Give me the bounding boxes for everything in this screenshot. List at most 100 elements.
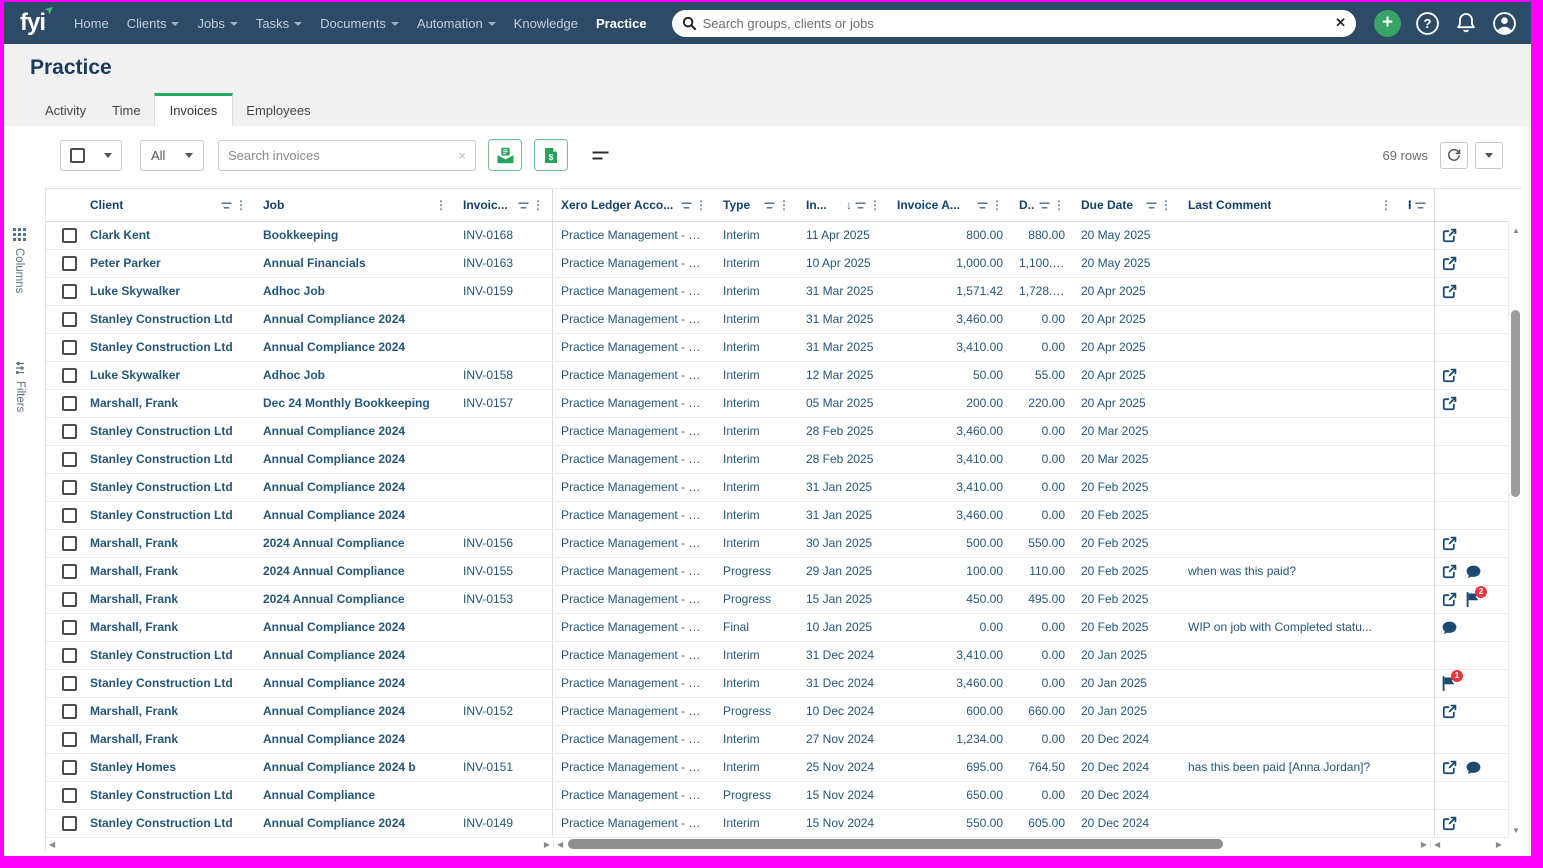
- global-search[interactable]: ✕: [672, 10, 1356, 37]
- row-checkbox[interactable]: [62, 284, 77, 299]
- row-checkbox[interactable]: [62, 592, 77, 607]
- email-invoices-button[interactable]: [488, 139, 522, 171]
- row-checkbox[interactable]: [62, 760, 77, 775]
- row-checkbox[interactable]: [62, 816, 77, 831]
- filter-icon[interactable]: [1039, 201, 1050, 210]
- vertical-scrollbar[interactable]: ▲ ▼: [1508, 222, 1522, 837]
- table-row[interactable]: Luke SkywalkerAdhoc JobINV-0159Practice …: [46, 278, 1509, 306]
- pinned-right-scroll[interactable]: ◀ ▶: [1430, 840, 1505, 849]
- nav-item-knowledge[interactable]: Knowledge: [505, 10, 587, 37]
- row-checkbox[interactable]: [62, 424, 77, 439]
- fyi-logo[interactable]: fyi ➤: [20, 9, 45, 37]
- table-row[interactable]: Stanley Construction LtdAnnual Complianc…: [46, 670, 1509, 698]
- create-invoice-button[interactable]: $: [534, 139, 568, 171]
- column-header-invoice_no[interactable]: Invoic...⋮: [455, 189, 553, 221]
- column-header-paid[interactable]: P...: [1400, 189, 1434, 221]
- tab-invoices[interactable]: Invoices: [154, 93, 234, 127]
- nav-item-tasks[interactable]: Tasks: [247, 10, 311, 37]
- table-row[interactable]: Stanley Construction LtdAnnual Complianc…: [46, 502, 1509, 530]
- tab-employees[interactable]: Employees: [233, 95, 323, 126]
- invoice-search-input[interactable]: [228, 148, 458, 163]
- columns-panel-toggle[interactable]: Columns: [13, 228, 26, 293]
- column-menu-icon[interactable]: ⋮: [235, 198, 247, 212]
- vertical-scrollbar-thumb[interactable]: [1511, 310, 1520, 497]
- nav-item-jobs[interactable]: Jobs: [188, 10, 246, 37]
- row-checkbox[interactable]: [62, 368, 77, 383]
- table-row[interactable]: Marshall, Frank2024 Annual ComplianceINV…: [46, 558, 1509, 586]
- filter-icon[interactable]: [977, 201, 988, 210]
- row-checkbox[interactable]: [62, 312, 77, 327]
- column-header-job[interactable]: Job⋮: [255, 189, 455, 221]
- row-checkbox[interactable]: [62, 676, 77, 691]
- column-menu-icon[interactable]: ⋮: [869, 198, 881, 212]
- open-invoice-icon[interactable]: [1442, 816, 1457, 831]
- scroll-left-icon[interactable]: ◀: [49, 840, 55, 849]
- table-row[interactable]: Stanley Construction LtdAnnual Complianc…: [46, 334, 1509, 362]
- table-row[interactable]: Marshall, Frank2024 Annual ComplianceINV…: [46, 530, 1509, 558]
- nav-item-documents[interactable]: Documents: [311, 10, 408, 37]
- filter-icon[interactable]: [764, 201, 775, 210]
- scroll-down-icon[interactable]: ▼: [1509, 826, 1523, 835]
- row-checkbox[interactable]: [62, 704, 77, 719]
- table-row[interactable]: Stanley Construction LtdAnnual Complianc…: [46, 474, 1509, 502]
- comment-icon[interactable]: [1442, 621, 1457, 635]
- column-header-due_amount[interactable]: D..⋮: [1011, 189, 1073, 221]
- filter-icon[interactable]: [855, 201, 866, 210]
- filter-icon[interactable]: [1146, 201, 1157, 210]
- sort-desc-icon[interactable]: ↓: [846, 198, 852, 212]
- filter-icon[interactable]: [1415, 201, 1426, 210]
- row-checkbox[interactable]: [62, 620, 77, 635]
- row-checkbox[interactable]: [62, 508, 77, 523]
- nav-item-home[interactable]: Home: [65, 10, 118, 37]
- open-invoice-icon[interactable]: [1442, 760, 1457, 775]
- flag-icon[interactable]: 2: [1466, 592, 1480, 607]
- column-header-ledger[interactable]: Xero Ledger Acco...⋮: [553, 189, 715, 221]
- row-checkbox[interactable]: [62, 256, 77, 271]
- column-header-type[interactable]: Type⋮: [715, 189, 798, 221]
- column-header-client[interactable]: Client⋮: [82, 189, 255, 221]
- scroll-right-icon[interactable]: ▶: [544, 840, 550, 849]
- table-row[interactable]: Stanley HomesAnnual Compliance 2024 bINV…: [46, 754, 1509, 782]
- flag-icon[interactable]: 1: [1442, 676, 1456, 691]
- invoice-search-clear-icon[interactable]: ×: [458, 148, 466, 163]
- nav-item-clients[interactable]: Clients: [118, 10, 189, 37]
- help-icon[interactable]: ?: [1415, 11, 1440, 36]
- invoice-search[interactable]: ×: [218, 140, 476, 171]
- nav-item-practice[interactable]: Practice: [587, 10, 656, 37]
- filter-icon[interactable]: [681, 201, 692, 210]
- table-row[interactable]: Marshall, FrankDec 24 Monthly Bookkeepin…: [46, 390, 1509, 418]
- column-menu-icon[interactable]: ⋮: [435, 198, 447, 212]
- group-by-button[interactable]: [580, 139, 620, 171]
- open-invoice-icon[interactable]: [1442, 564, 1457, 579]
- column-header-last_comment[interactable]: Last Comment⋮: [1180, 189, 1400, 221]
- table-row[interactable]: Stanley Construction LtdAnnual Complianc…: [46, 810, 1509, 838]
- comment-icon[interactable]: [1466, 565, 1481, 579]
- scroll-left-icon[interactable]: ◀: [557, 840, 563, 849]
- open-invoice-icon[interactable]: [1442, 228, 1457, 243]
- row-checkbox[interactable]: [62, 340, 77, 355]
- column-menu-icon[interactable]: ⋮: [1160, 198, 1172, 212]
- global-search-input[interactable]: [703, 16, 1336, 31]
- table-row[interactable]: Stanley Construction LtdAnnual Complianc…: [46, 782, 1509, 810]
- nav-item-automation[interactable]: Automation: [408, 10, 505, 37]
- create-button[interactable]: +: [1374, 10, 1401, 37]
- select-all-dropdown[interactable]: [60, 140, 122, 171]
- column-header-amount[interactable]: Invoice A...⋮: [889, 189, 1011, 221]
- horizontal-scrollbar-thumb[interactable]: [568, 839, 1223, 849]
- open-invoice-icon[interactable]: [1442, 592, 1457, 607]
- center-scroll[interactable]: ◀ ▶: [553, 839, 1430, 849]
- table-row[interactable]: Marshall, Frank2024 Annual ComplianceINV…: [46, 586, 1509, 614]
- table-row[interactable]: Stanley Construction LtdAnnual Complianc…: [46, 306, 1509, 334]
- select-all-checkbox[interactable]: [70, 148, 85, 163]
- table-row[interactable]: Clark KentBookkeepingINV-0168Practice Ma…: [46, 222, 1509, 250]
- filter-icon[interactable]: [221, 201, 232, 210]
- row-checkbox[interactable]: [62, 228, 77, 243]
- row-checkbox[interactable]: [62, 564, 77, 579]
- column-menu-icon[interactable]: ⋮: [532, 198, 544, 212]
- tab-time[interactable]: Time: [99, 95, 153, 126]
- open-invoice-icon[interactable]: [1442, 284, 1457, 299]
- row-checkbox[interactable]: [62, 480, 77, 495]
- column-menu-icon[interactable]: ⋮: [695, 198, 707, 212]
- table-row[interactable]: Marshall, FrankAnnual Compliance 2024INV…: [46, 698, 1509, 726]
- global-search-clear-icon[interactable]: ✕: [1335, 15, 1346, 31]
